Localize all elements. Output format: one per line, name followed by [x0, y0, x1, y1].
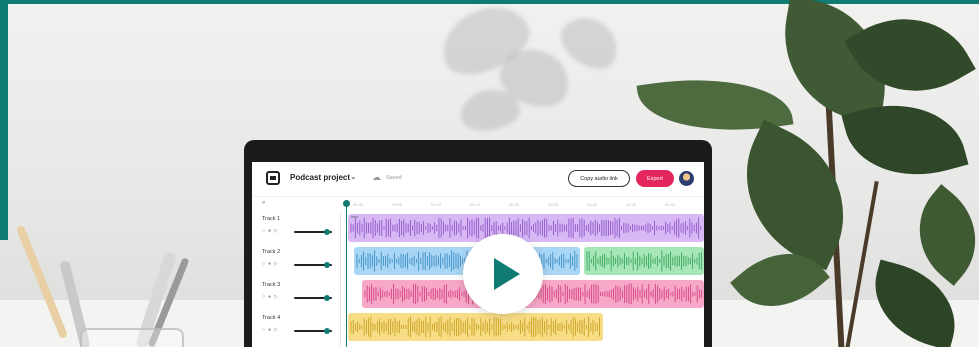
- track-row: Track 1 ○●▷ Intro: [252, 212, 704, 244]
- hero-scene: Podcast project ⌄ ☁ Saved Copy audio lin…: [0, 0, 979, 347]
- play-icon: [494, 258, 520, 290]
- play-button[interactable]: [463, 234, 543, 314]
- volume-knob[interactable]: [324, 328, 330, 334]
- copy-audio-link-button[interactable]: Copy audio link: [568, 170, 630, 187]
- pen-holder-glass: [80, 328, 184, 347]
- track-control-icons[interactable]: ○●▷: [262, 294, 281, 300]
- waveform: [350, 316, 601, 338]
- volume-knob[interactable]: [324, 295, 330, 301]
- teal-accent-bar: [0, 0, 979, 4]
- track-control-icons[interactable]: ○●▷: [262, 228, 281, 234]
- audio-clip[interactable]: Intro: [348, 214, 704, 242]
- ruler-tick: 00:10: [431, 202, 442, 207]
- speech-bubble-logo-icon[interactable]: [266, 171, 280, 185]
- waveform: [586, 250, 702, 272]
- waveform: [350, 217, 702, 239]
- ruler-tick: 00:05: [392, 202, 403, 207]
- ruler-tick: 00:15: [470, 202, 481, 207]
- track-name[interactable]: Track 2: [262, 249, 280, 255]
- track-control-icons[interactable]: ○●▷: [262, 327, 281, 333]
- collapse-panel-icon[interactable]: «: [262, 200, 265, 206]
- track-row: Track 4 ○●▷: [252, 311, 704, 343]
- ruler-tick: 00:35: [626, 202, 637, 207]
- track-name[interactable]: Track 3: [262, 282, 280, 288]
- project-title[interactable]: Podcast project: [290, 173, 350, 182]
- ruler-tick: 00:00: [353, 202, 364, 207]
- avatar[interactable]: [679, 171, 694, 186]
- chevron-down-icon[interactable]: ⌄: [350, 172, 357, 181]
- ruler-tick: 00:20: [509, 202, 520, 207]
- cloud-icon: ☁: [372, 172, 381, 182]
- app-header: Podcast project ⌄ ☁ Saved Copy audio lin…: [252, 162, 704, 197]
- teal-accent-side: [0, 0, 8, 240]
- audio-clip[interactable]: [584, 247, 704, 275]
- ruler-tick: 00:30: [587, 202, 598, 207]
- export-button[interactable]: Export: [636, 170, 674, 187]
- volume-knob[interactable]: [324, 229, 330, 235]
- playhead[interactable]: [346, 202, 347, 347]
- track-name[interactable]: Track 4: [262, 315, 280, 321]
- track-name[interactable]: Track 1: [262, 216, 280, 222]
- app-screen: Podcast project ⌄ ☁ Saved Copy audio lin…: [252, 162, 704, 347]
- volume-knob[interactable]: [324, 262, 330, 268]
- ruler-tick: 00:40: [665, 202, 676, 207]
- laptop: Podcast project ⌄ ☁ Saved Copy audio lin…: [244, 140, 712, 347]
- saved-status: Saved: [386, 175, 402, 181]
- track-control-icons[interactable]: ○●▷: [262, 261, 281, 267]
- ruler-tick: 00:25: [548, 202, 559, 207]
- audio-clip[interactable]: [348, 313, 603, 341]
